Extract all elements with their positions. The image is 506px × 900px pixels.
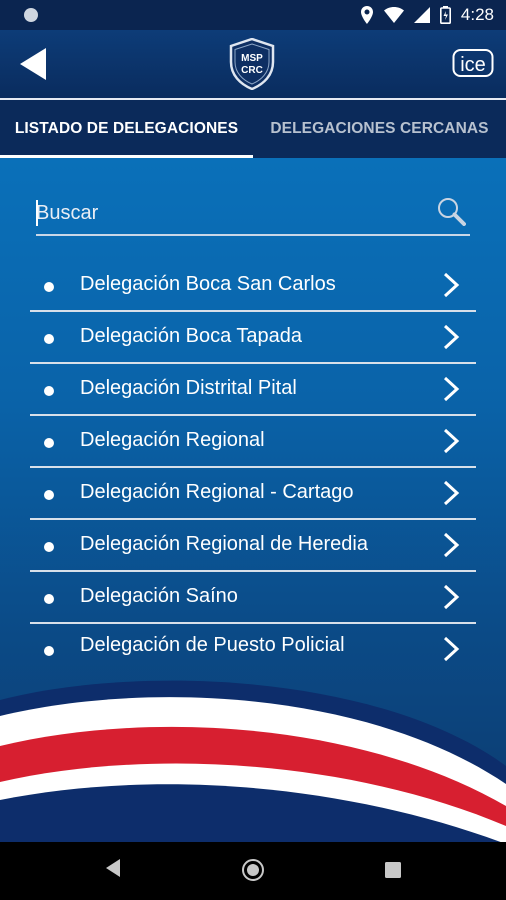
tab-delegaciones-cercanas[interactable]: DELEGACIONES CERCANAS (253, 100, 506, 158)
list-item-label: Delegación Regional - Cartago (80, 481, 354, 503)
search-icon[interactable] (436, 196, 466, 226)
status-bar: 4:28 (0, 0, 506, 30)
chevron-right-icon (443, 584, 460, 610)
system-navigation-bar (0, 842, 506, 900)
list-item[interactable]: Delegación Regional - Cartago (30, 468, 476, 520)
list-item-label: Delegación Regional de Heredia (80, 533, 368, 555)
chevron-right-icon (443, 480, 460, 506)
bullet-icon (44, 282, 54, 292)
bullet-icon (44, 334, 54, 344)
msp-crc-shield-logo: MSP CRC (229, 38, 275, 90)
location-icon (360, 6, 373, 24)
battery-icon (439, 6, 451, 24)
list-item[interactable]: Delegación Boca San Carlos (30, 260, 476, 312)
search-input[interactable] (36, 198, 416, 228)
list-item-label: Delegación Boca San Carlos (80, 273, 336, 295)
chevron-right-icon (443, 532, 460, 558)
chevron-right-icon (443, 376, 460, 402)
bullet-icon (44, 542, 54, 552)
costa-rica-flag-wave (0, 680, 506, 842)
tab-listado-delegaciones[interactable]: LISTADO DE DELEGACIONES (0, 100, 253, 158)
nav-back-icon[interactable] (104, 858, 122, 878)
list-item[interactable]: Delegación Boca Tapada (30, 312, 476, 364)
bullet-icon (44, 594, 54, 604)
nav-recents-icon[interactable] (384, 861, 402, 879)
bullet-icon (44, 646, 54, 656)
list-item[interactable]: Delegación Saíno (30, 572, 476, 624)
tab-bar: LISTADO DE DELEGACIONES DELEGACIONES CER… (0, 100, 506, 158)
wifi-icon (383, 7, 404, 23)
list-item[interactable]: Delegación de Puesto Policial (30, 624, 476, 674)
back-arrow-icon[interactable] (18, 48, 48, 80)
list-item-label: Delegación de Puesto Policial (80, 634, 345, 656)
delegations-list: Delegación Boca San Carlos Delegación Bo… (30, 260, 476, 674)
bullet-icon (44, 386, 54, 396)
nav-home-icon[interactable] (241, 858, 265, 882)
status-icons: 4:28 (360, 4, 494, 26)
bullet-icon (44, 490, 54, 500)
bullet-icon (44, 438, 54, 448)
chevron-right-icon (443, 324, 460, 350)
list-item-label: Delegación Boca Tapada (80, 325, 303, 347)
main-content: Delegación Boca San Carlos Delegación Bo… (0, 158, 506, 842)
svg-text:MSP: MSP (241, 53, 263, 64)
list-item[interactable]: Delegación Regional (30, 416, 476, 468)
svg-text:CRC: CRC (241, 65, 263, 76)
search-bar (36, 194, 470, 236)
app-bar: MSP CRC ice (0, 30, 506, 100)
text-cursor (36, 200, 38, 226)
svg-text:ice: ice (460, 54, 486, 76)
status-time: 4:28 (460, 5, 494, 24)
list-item-label: Delegación Regional (80, 429, 265, 451)
chevron-right-icon (443, 272, 460, 298)
chevron-right-icon (443, 636, 460, 662)
list-item-label: Delegación Saíno (80, 585, 238, 607)
list-item[interactable]: Delegación Distrital Pital (30, 364, 476, 416)
notification-dot-icon (24, 8, 38, 22)
list-item[interactable]: Delegación Regional de Heredia (30, 520, 476, 572)
chevron-right-icon (443, 428, 460, 454)
signal-icon (413, 7, 430, 23)
ice-logo: ice (452, 49, 494, 77)
list-item-label: Delegación Distrital Pital (80, 377, 297, 399)
